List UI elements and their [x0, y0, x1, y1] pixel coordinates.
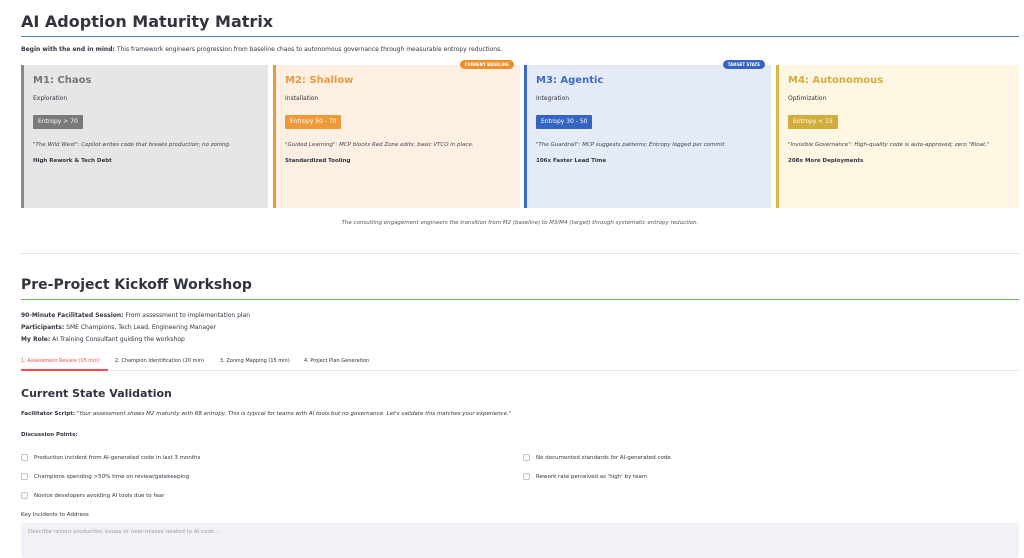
- card-phase: Exploration: [33, 95, 68, 102]
- role-info: My Role: AI Training Consultant guiding …: [21, 336, 185, 343]
- active-tab-indicator: [21, 369, 108, 371]
- participants-info: Participants: SME Champions, Tech Lead, …: [21, 324, 216, 331]
- role-label: My Role:: [21, 336, 51, 343]
- checkbox-box[interactable]: [21, 454, 28, 461]
- checkbox-box[interactable]: [523, 454, 530, 461]
- checkbox-box[interactable]: [21, 473, 28, 480]
- incidents-textarea[interactable]: [21, 523, 1019, 558]
- discussion-points-label: Discussion Points:: [21, 432, 78, 438]
- validation-title: Current State Validation: [21, 387, 172, 400]
- section-divider: [21, 253, 1019, 254]
- checkbox-box[interactable]: [21, 492, 28, 499]
- page-title: AI Adoption Maturity Matrix: [21, 12, 274, 31]
- session-text: From assessment to implementation plan: [123, 312, 251, 319]
- card-quote: "The Guardrail": MCP suggests patterns; …: [536, 142, 727, 148]
- tab-champion-identification[interactable]: 2. Champion Identification (20 min): [115, 358, 204, 364]
- entropy-badge: Entropy 30 - 50: [536, 115, 593, 129]
- title-divider: [21, 36, 1019, 37]
- checkbox-champions-review[interactable]: Champions spending >50% time on review/g…: [21, 473, 189, 480]
- incidents-label: Key Incidents to Address: [21, 512, 89, 518]
- tab-assessment-review[interactable]: 1. Assessment Review (15 min): [21, 358, 100, 364]
- maturity-card-m1: M1: Chaos Exploration Entropy > 70 "The …: [21, 65, 268, 208]
- entropy-badge: Entropy < 15: [788, 115, 838, 129]
- card-title: M4: Autonomous: [788, 75, 884, 86]
- matrix-caption: The consulting engagement engineers the …: [341, 220, 699, 226]
- checkbox-production-incident[interactable]: Production incident from AI-generated co…: [21, 454, 200, 461]
- checkbox-label: Champions spending >50% time on review/g…: [34, 473, 190, 480]
- target-state-tag: TARGET STATE: [722, 60, 765, 69]
- checkbox-rework-rate[interactable]: Rework rate perceived as 'high' by team: [523, 473, 647, 480]
- maturity-cards: M1: Chaos Exploration Entropy > 70 "The …: [21, 60, 1019, 208]
- card-quote: "Guided Learning": MCP blocks Red Zone e…: [285, 142, 474, 148]
- session-label: 90-Minute Facilitated Session:: [21, 312, 124, 319]
- workshop-tabs: 1. Assessment Review (15 min) 2. Champio…: [21, 353, 1019, 371]
- tab-zoning-mapping[interactable]: 3. Zoning Mapping (15 min): [220, 358, 290, 364]
- script-text: "Your assessment shows M2 maturity with …: [75, 411, 512, 417]
- card-phase: Optimization: [788, 95, 827, 102]
- role-text: AI Training Consultant guiding the works…: [50, 336, 185, 343]
- session-info: 90-Minute Facilitated Session: From asse…: [21, 312, 250, 319]
- workshop-divider: [21, 299, 1019, 300]
- workshop-title: Pre-Project Kickoff Workshop: [21, 277, 252, 293]
- checkbox-novice-avoiding[interactable]: Novice developers avoiding AI tools due …: [21, 492, 164, 499]
- checkbox-label: Novice developers avoiding AI tools due …: [34, 492, 165, 499]
- card-title: M3: Agentic: [536, 75, 604, 86]
- intro-bold: Begin with the end in mind:: [21, 46, 115, 53]
- card-title: M2: Shallow: [285, 75, 354, 86]
- card-phase: Installation: [285, 95, 319, 102]
- card-outcome: High Rework & Tech Debt: [33, 158, 112, 164]
- participants-label: Participants:: [21, 324, 65, 331]
- card-outcome: Standardized Tooling: [285, 158, 351, 164]
- intro-body: This framework engineers progression fro…: [114, 46, 503, 53]
- script-label: Facilitator Script:: [21, 411, 76, 417]
- checkbox-box[interactable]: [523, 473, 530, 480]
- tab-project-plan-generation[interactable]: 4. Project Plan Generation: [304, 358, 369, 364]
- card-phase: Integration: [536, 95, 570, 102]
- card-quote: "Invisible Governance": High-quality cod…: [788, 142, 990, 148]
- checkbox-label: No documented standards for AI-generated…: [536, 454, 671, 461]
- current-baseline-tag: CURRENT BASELINE: [459, 60, 514, 69]
- maturity-card-m4: M4: Autonomous Optimization Entropy < 15…: [776, 65, 1019, 208]
- checkbox-label: Rework rate perceived as 'high' by team: [536, 473, 648, 480]
- facilitator-script: Facilitator Script: "Your assessment sho…: [21, 411, 511, 417]
- participants-text: SME Champions, Tech Lead, Engineering Ma…: [64, 324, 217, 331]
- card-title: M1: Chaos: [33, 75, 92, 86]
- maturity-card-m2: CURRENT BASELINE M2: Shallow Installatio…: [273, 60, 520, 208]
- maturity-card-m3: TARGET STATE M3: Agentic Integration Ent…: [524, 60, 771, 208]
- entropy-badge: Entropy > 70: [33, 115, 83, 129]
- card-quote: "The Wild West": Copilot writes code tha…: [33, 142, 231, 148]
- card-outcome: 106x Faster Lead Time: [536, 158, 607, 164]
- checkbox-no-standards[interactable]: No documented standards for AI-generated…: [523, 454, 671, 461]
- entropy-badge: Entropy 50 - 70: [285, 115, 342, 129]
- card-outcome: 208x More Deployments: [788, 158, 864, 164]
- intro-text: Begin with the end in mind: This framewo…: [21, 46, 502, 53]
- checkbox-label: Production incident from AI-generated co…: [34, 454, 201, 461]
